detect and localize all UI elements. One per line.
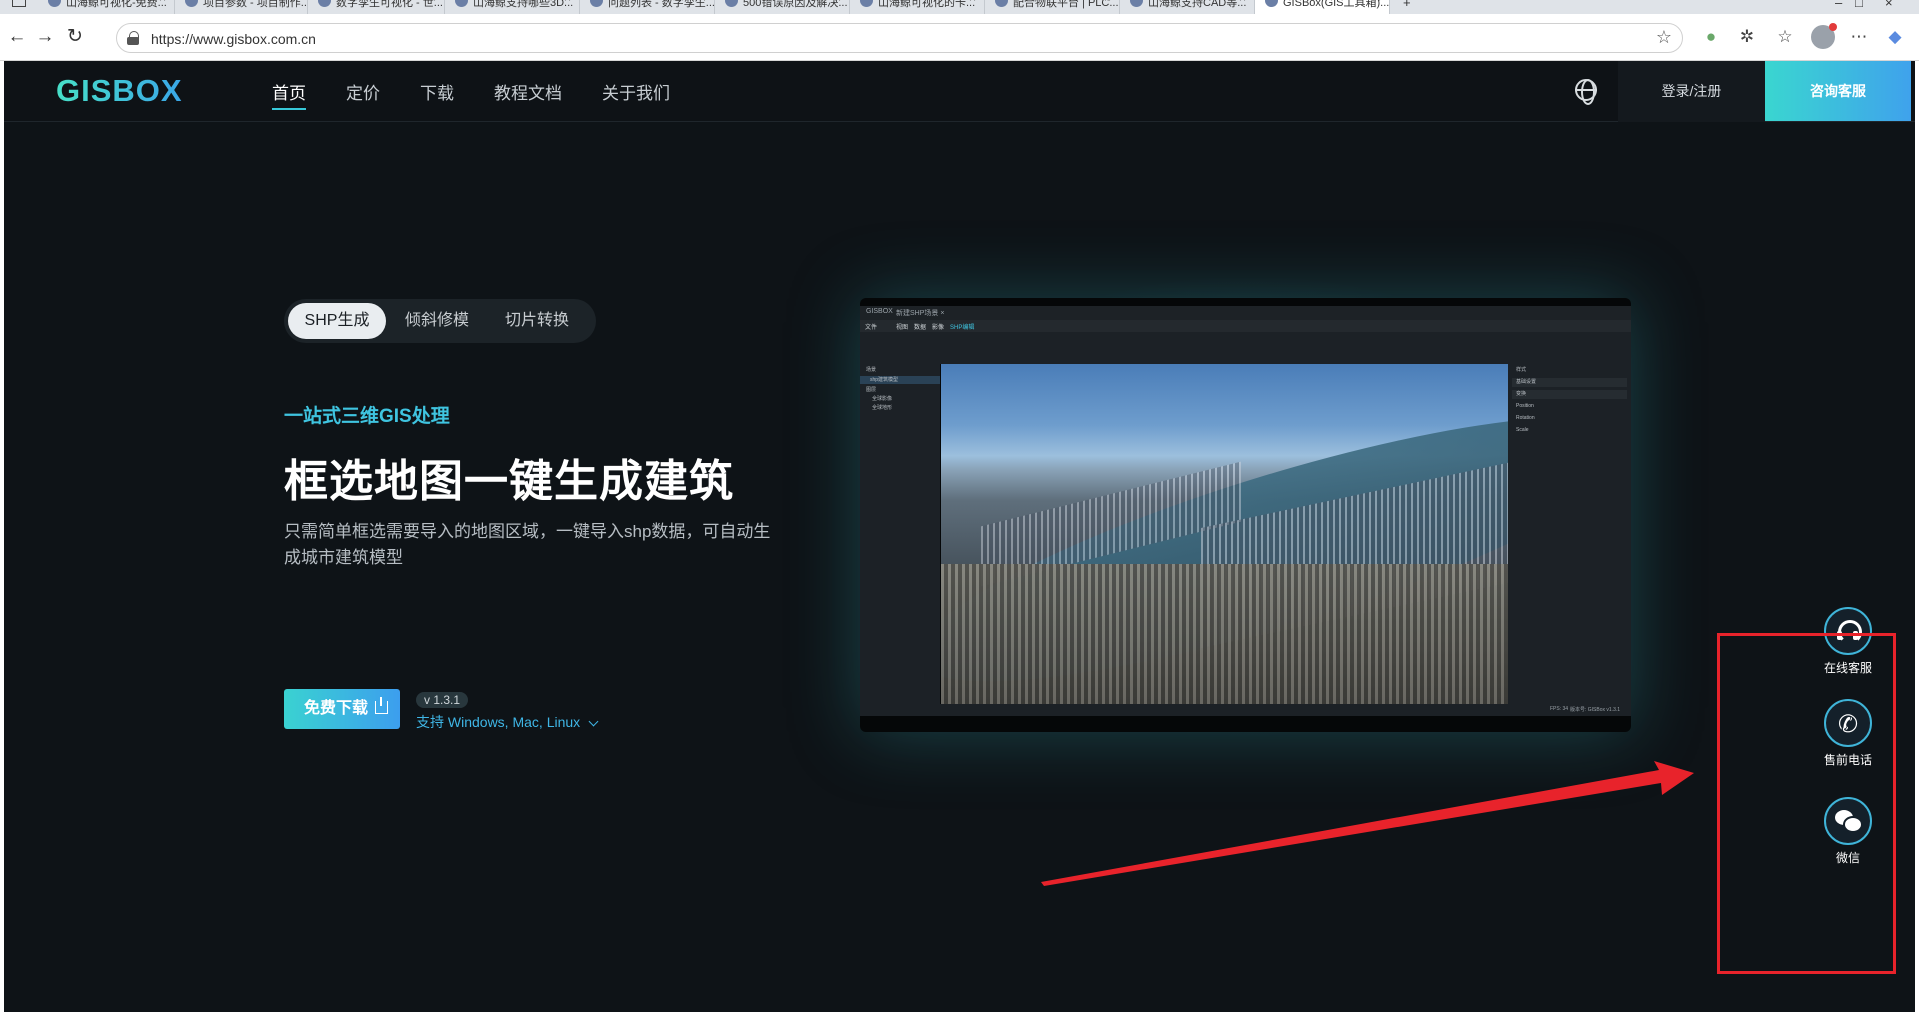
browser-tab-strip: 山海鲸可视化-免费...× 项目参数 - 项目制作...× 数字孪生可视化 - … <box>0 0 1919 14</box>
tab-title: 山海鲸可视化的卡... <box>878 0 976 9</box>
browser-tab[interactable]: 项目参数 - 项目制作...× <box>175 0 308 14</box>
tab-title: 山海鲸支持CAD等... <box>1148 0 1247 9</box>
tab-close-icon[interactable]: × <box>1239 0 1246 4</box>
tab-favicon-icon <box>590 0 603 7</box>
extensions-puzzle-icon[interactable]: ✲ <box>1736 26 1758 48</box>
annotation-arrow <box>1041 761 1694 886</box>
address-bar: ← → ↻ https://www.gisbox.com.cn ☆ ● ✲ ☆ … <box>0 14 1919 61</box>
tab-favicon-icon <box>1265 0 1278 7</box>
tab-actions-icon[interactable] <box>12 0 26 7</box>
tab-close-icon[interactable]: × <box>292 0 299 4</box>
favorite-star-icon[interactable]: ☆ <box>1656 27 1672 48</box>
profile-avatar[interactable] <box>1811 23 1837 49</box>
url-field[interactable]: https://www.gisbox.com.cn ☆ <box>116 23 1683 53</box>
browser-tab[interactable]: 数字孪生可视化 - 世...× <box>308 0 445 14</box>
tab-close-icon[interactable]: × <box>1374 0 1381 4</box>
tab-close-icon[interactable]: × <box>834 0 841 4</box>
notification-dot <box>1829 23 1837 31</box>
window-border <box>1915 61 1919 1012</box>
tab-close-icon[interactable]: × <box>429 0 436 4</box>
page: GISBOX 首页 定价 下载 教程文档 关于我们 登录/注册 咨询客服 SHP… <box>4 61 1915 1012</box>
reload-icon[interactable]: ↻ <box>64 26 86 48</box>
lock-icon[interactable] <box>127 31 139 45</box>
browser-tab[interactable]: 500错误原因及解决...× <box>715 0 850 14</box>
tab-close-icon[interactable]: × <box>564 0 571 4</box>
browser-tab[interactable]: 山海鲸支持CAD等...× <box>1120 0 1255 14</box>
browser-tab-active[interactable]: GISBox(GIS工具箱)...× <box>1255 0 1390 14</box>
close-window-icon[interactable]: × <box>1885 0 1893 10</box>
browser-tab[interactable]: 配合物联平台 | PLC...× <box>985 0 1120 14</box>
tab-title: 山海鲸可视化-免费... <box>66 0 167 9</box>
copilot-icon[interactable]: ◆ <box>1884 26 1906 48</box>
url-text[interactable]: https://www.gisbox.com.cn <box>151 31 316 47</box>
tab-favicon-icon <box>725 0 738 7</box>
browser-tab[interactable]: 山海鲸支持哪些3D...× <box>445 0 580 14</box>
favorites-icon[interactable]: ☆ <box>1774 26 1796 48</box>
tab-favicon-icon <box>318 0 331 7</box>
tab-title: 山海鲸支持哪些3D... <box>473 0 574 9</box>
tab-title: 500错误原因及解决... <box>743 0 848 9</box>
new-tab-icon[interactable]: + <box>1403 0 1411 10</box>
browser-tab[interactable]: 问题列表 - 数字孪生...× <box>580 0 715 14</box>
forward-icon[interactable]: → <box>34 26 56 48</box>
tab-favicon-icon <box>48 0 61 7</box>
tab-favicon-icon <box>185 0 198 7</box>
more-menu-icon[interactable]: ⋯ <box>1848 26 1870 48</box>
tab-title: 配合物联平台 | PLC... <box>1013 0 1119 9</box>
tab-favicon-icon <box>860 0 873 7</box>
browser-tab[interactable]: 山海鲸可视化的卡...× <box>850 0 985 14</box>
maximize-icon[interactable]: □ <box>1855 0 1863 10</box>
back-icon[interactable]: ← <box>6 26 28 48</box>
minimize-icon[interactable]: – <box>1835 0 1842 10</box>
tab-favicon-icon <box>1130 0 1143 7</box>
tab-title: 数字孪生可视化 - 世... <box>336 0 443 9</box>
tab-close-icon[interactable]: × <box>159 0 166 4</box>
tab-close-icon[interactable]: × <box>1104 0 1111 4</box>
tab-favicon-icon <box>995 0 1008 7</box>
tab-close-icon[interactable]: × <box>699 0 706 4</box>
extension-icon[interactable]: ● <box>1700 26 1722 48</box>
tab-close-icon[interactable]: × <box>969 0 976 4</box>
browser-tab[interactable]: 山海鲸可视化-免费...× <box>38 0 175 14</box>
tab-favicon-icon <box>455 0 468 7</box>
